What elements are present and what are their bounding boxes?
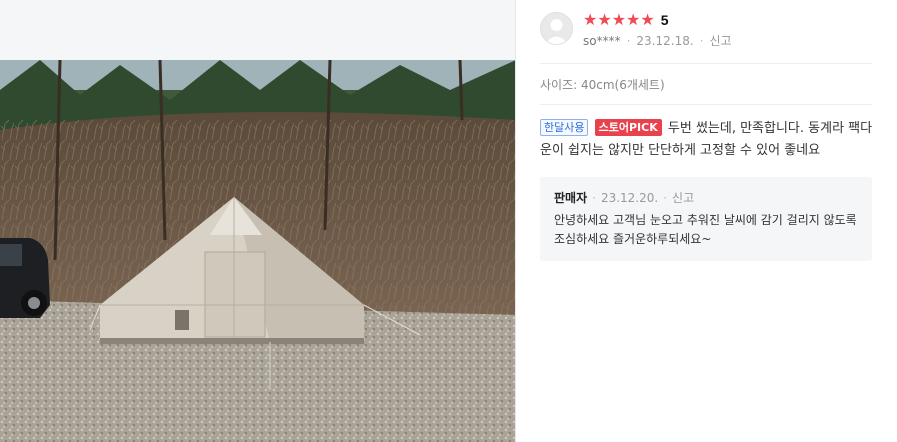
default-user-avatar-icon [540, 12, 573, 45]
meta-separator: · [663, 190, 668, 205]
section-divider [540, 63, 872, 64]
reviewer-name: so**** [583, 33, 621, 48]
purchase-option: 사이즈: 40cm(6개세트) [540, 78, 665, 92]
review-rating: ★ ★ ★ ★ ★ 5 [583, 10, 669, 30]
seller-report-link[interactable]: 신고 [672, 189, 694, 206]
section-divider [540, 104, 872, 105]
seller-reply-header: 판매자 · 23.12.20. · 신고 [554, 189, 694, 206]
star-icon: ★ [611, 10, 627, 29]
review-meta: so**** · 23.12.18. · 신고 [583, 32, 732, 49]
review-text: 두번 썼는데, 만족합니다. 동계라 팩다운이 쉽지는 않지만 단단하게 고정할… [540, 121, 873, 158]
star-icon: ★ [640, 10, 655, 29]
review-photo[interactable] [0, 60, 516, 442]
review-photo-area [0, 0, 516, 442]
seller-reply: 판매자 · 23.12.20. · 신고 안녕하세요 고객님 눈오고 추워진 날… [540, 177, 872, 261]
meta-separator: · [592, 190, 596, 205]
store-pick-badge: 스토어PICK [594, 119, 662, 136]
report-link[interactable]: 신고 [710, 32, 732, 49]
review-panel: ★ ★ ★ ★ ★ 5 so**** · 23.12.18. · 신고 사이즈:… [516, 0, 897, 442]
rating-value: 5 [660, 12, 669, 28]
star-icon: ★ [626, 10, 641, 29]
meta-separator: · [699, 33, 704, 48]
seller-name: 판매자 [554, 191, 588, 205]
meta-separator: · [626, 33, 631, 48]
star-icon: ★ [583, 10, 598, 29]
star-icon: ★ [597, 10, 612, 29]
car-shape [0, 238, 50, 318]
seller-reply-date: 23.12.20. [600, 190, 659, 205]
review-date: 23.12.18. [636, 33, 694, 48]
tent-photo-image [0, 60, 516, 442]
review-body: 한달사용 스토어PICK 두번 썼는데, 만족합니다. 동계라 팩다운이 쉽지는… [540, 118, 876, 162]
monthly-use-badge: 한달사용 [540, 119, 589, 136]
seller-reply-text: 안녕하세요 고객님 눈오고 추워진 날씨에 감기 걸리지 않도록 조심하세요 즐… [554, 213, 857, 246]
